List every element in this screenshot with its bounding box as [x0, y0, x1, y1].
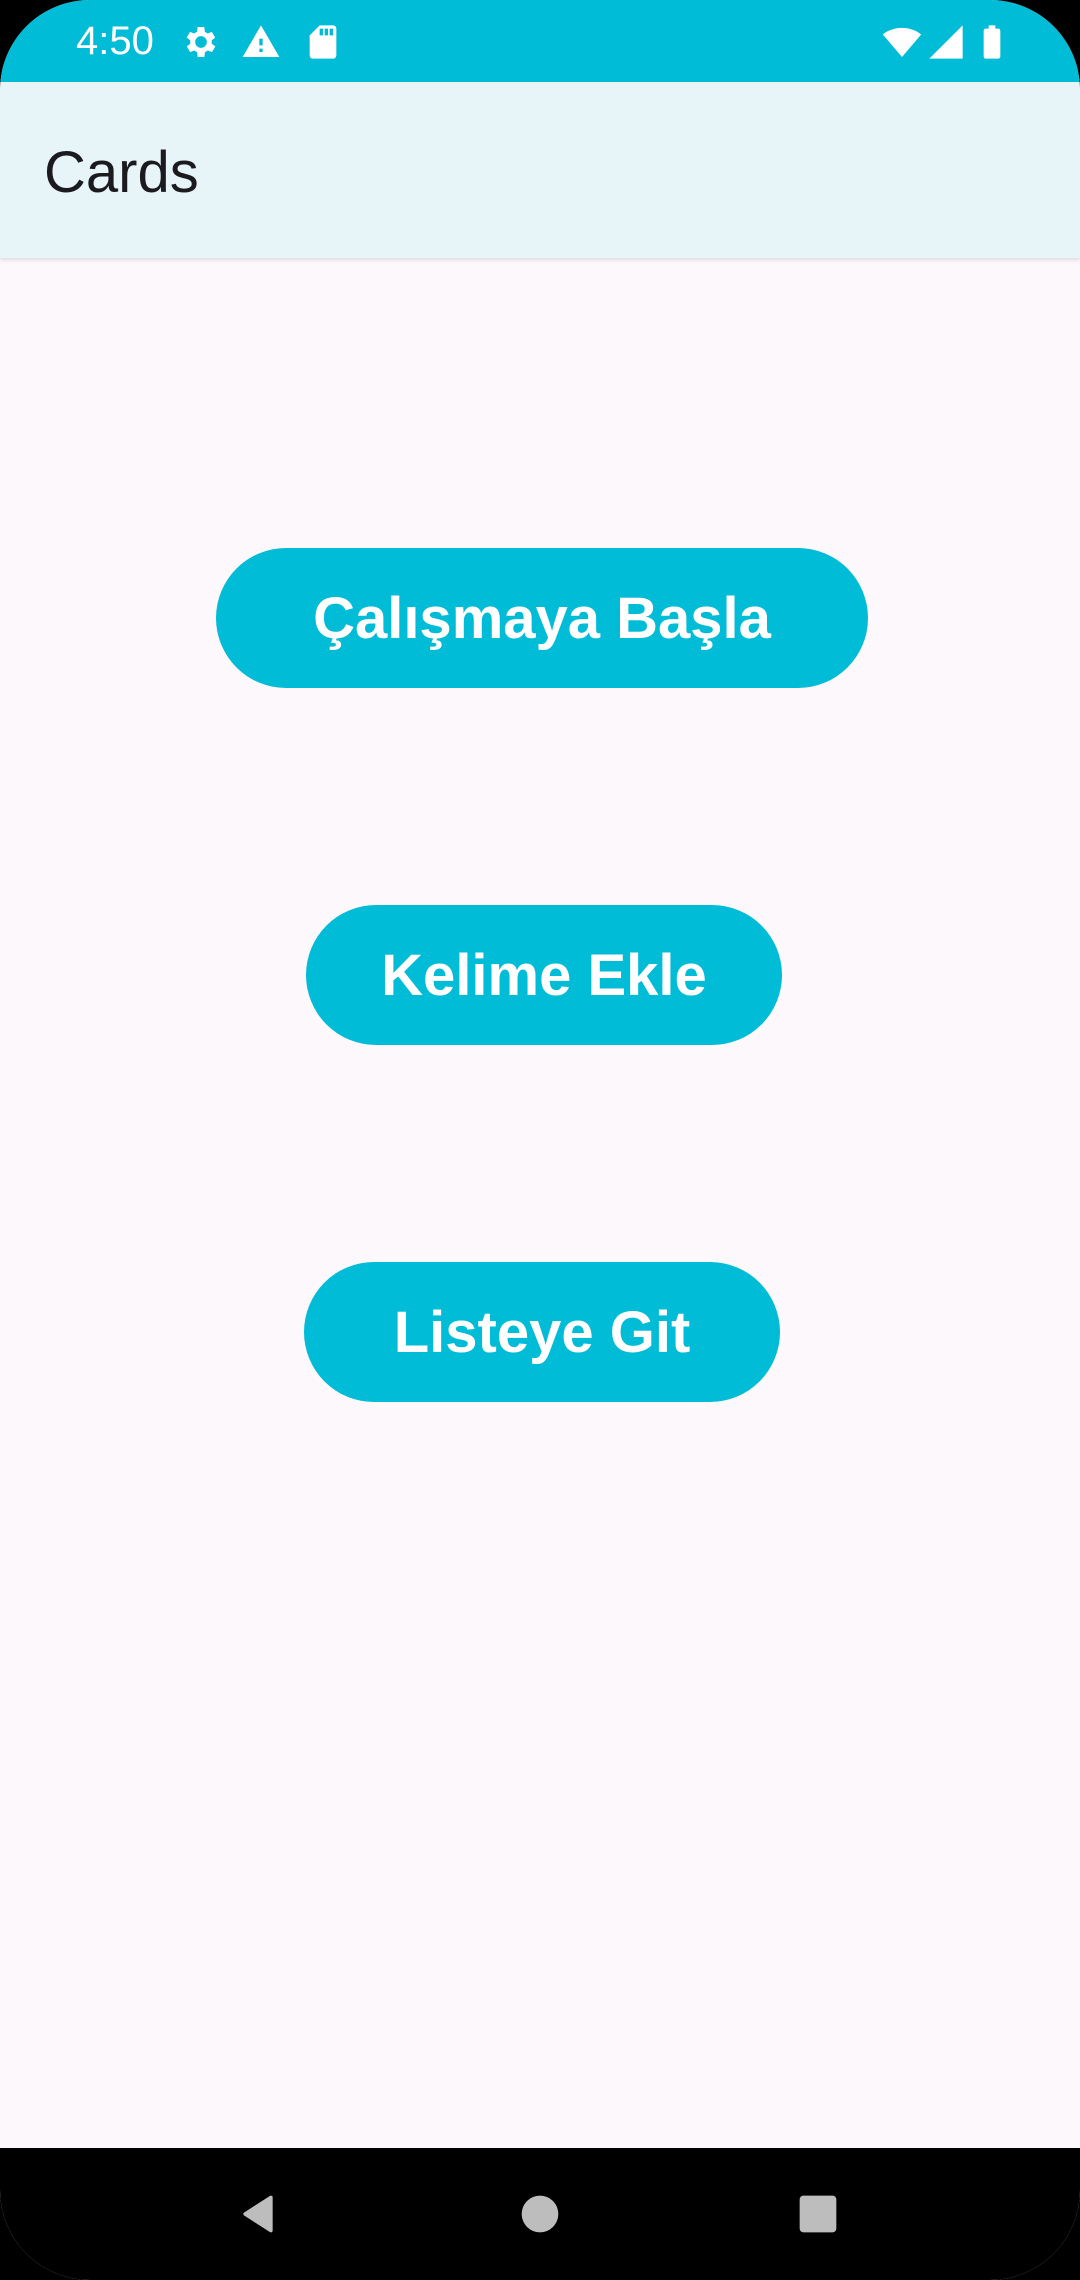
home-icon[interactable] — [518, 2192, 562, 2236]
go-to-list-button[interactable]: Listeye Git — [304, 1262, 780, 1402]
cell-signal-icon — [929, 25, 963, 59]
phone-screen: 4:50 Cards Çalışmaya Başla Kelime Ekle L… — [0, 0, 1080, 2280]
app-bar: Cards — [0, 82, 1080, 258]
status-bar: 4:50 — [0, 0, 1080, 82]
wifi-icon — [882, 27, 922, 57]
battery-icon — [983, 25, 1001, 59]
add-word-button[interactable]: Kelime Ekle — [306, 905, 782, 1045]
warning-icon — [242, 25, 280, 57]
sd-card-icon — [309, 25, 337, 59]
recents-icon[interactable] — [796, 2192, 840, 2236]
back-icon[interactable] — [236, 2192, 280, 2236]
start-studying-button[interactable]: Çalışmaya Başla — [216, 548, 868, 688]
status-time: 4:50 — [76, 19, 154, 63]
settings-icon — [186, 27, 216, 57]
navigation-bar — [0, 2148, 1080, 2280]
page-title: Cards — [44, 140, 199, 205]
